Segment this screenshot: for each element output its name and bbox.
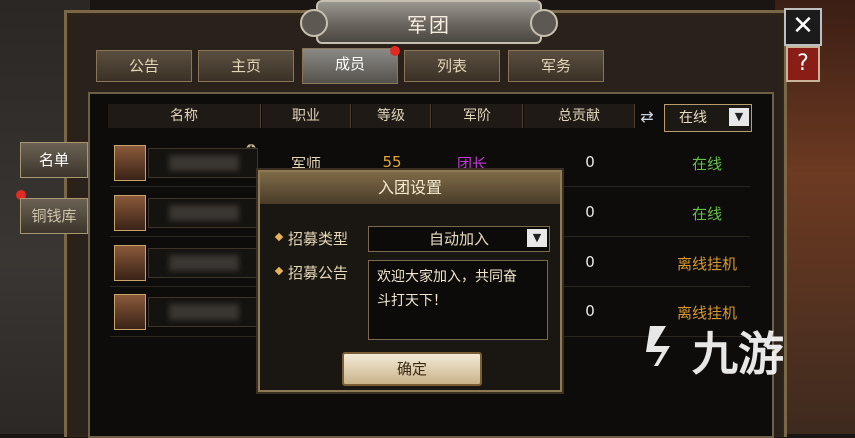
member-name-field [148,198,258,228]
member-status: 在线 [691,155,722,173]
watermark-text: 九游 [692,327,784,381]
member-name-field [148,148,258,178]
recruit-type-label: 招募类型 [288,230,349,248]
avatar [114,145,146,181]
tab-list[interactable]: 列表 [404,50,500,82]
member-name-field [148,248,258,278]
member-contribution: 0 [585,253,595,271]
member-status: 离线挂机 [676,255,737,273]
member-contribution: 0 [585,153,595,171]
jiuyou-logo-icon [646,326,670,366]
help-button[interactable]: ? [786,46,820,82]
join-settings-dialog: 入团设置 招募类型 自动加入 ▼ 招募公告 欢迎大家加入，共同奋 斗打天下！ 确… [258,170,562,392]
tab-home[interactable]: 主页 [198,50,294,82]
recruit-notice-label: 招募公告 [288,264,349,282]
tab-members[interactable]: 成员 [302,48,398,84]
status-filter-select[interactable]: 在线 ▼ [664,104,752,132]
member-status: 在线 [691,205,722,223]
confirm-button[interactable]: 确定 [342,352,482,386]
header-rank: 军阶 [432,104,523,128]
status-filter-value: 在线 [679,110,707,126]
tab-announcement[interactable]: 公告 [96,50,192,82]
notification-dot [390,46,400,56]
sort-swap-icon[interactable]: ⇄ [636,106,658,128]
window-title: 军团 [407,13,451,37]
recruit-type-value: 自动加入 [428,230,489,248]
header-name: 名称 [108,104,261,128]
dialog-title: 入团设置 [260,172,560,204]
avatar [114,294,146,330]
avatar [114,195,146,231]
member-contribution: 0 [585,203,595,221]
avatar [114,245,146,281]
member-contribution: 0 [585,302,595,320]
recruit-notice-textarea[interactable]: 欢迎大家加入，共同奋 斗打天下！ [368,260,548,340]
header-contribution: 总贡献 [524,104,635,128]
member-name-field [148,297,258,327]
side-button-coin-store[interactable]: 铜钱库 [20,198,88,234]
close-button[interactable]: ✕ [784,8,822,46]
chevron-down-icon: ▼ [527,229,547,247]
recruit-type-select[interactable]: 自动加入 ▼ [368,226,550,252]
member-level: 55 [382,153,402,171]
bullet-icon [274,266,284,276]
chevron-down-icon: ▼ [729,108,749,126]
header-level: 等级 [352,104,431,128]
window-title-plate: 军团 [300,0,558,44]
header-job: 职业 [262,104,351,128]
tab-affairs[interactable]: 军务 [508,50,604,82]
side-button-roster[interactable]: 名单 [20,142,88,178]
bullet-icon [274,232,284,242]
